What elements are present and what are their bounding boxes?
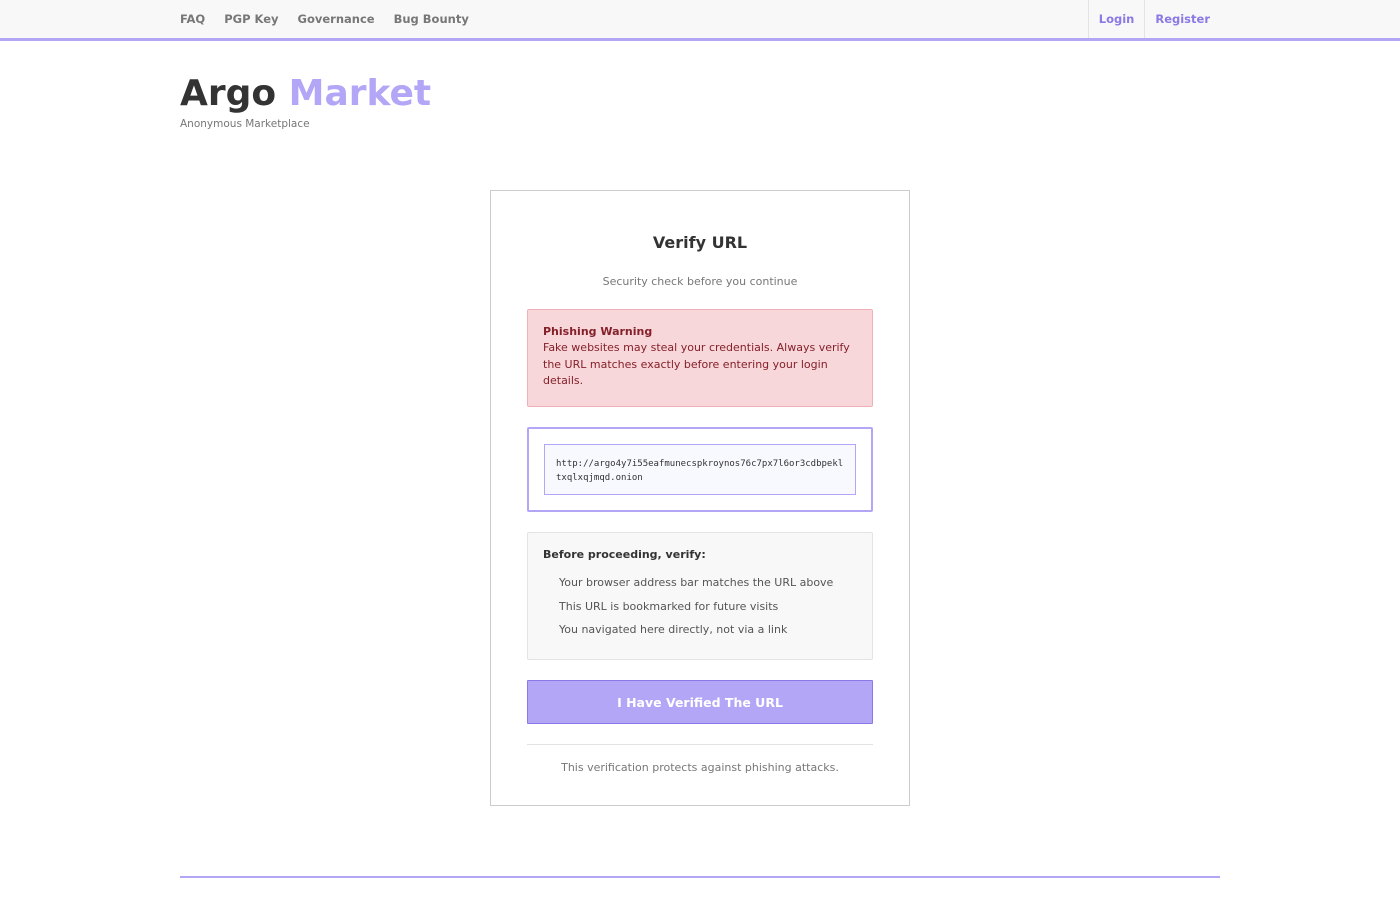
footer-divider: [180, 876, 1220, 878]
nav-link-pgp-key[interactable]: PGP Key: [224, 12, 278, 26]
phishing-warning-alert: Phishing Warning Fake websites may steal…: [527, 309, 873, 407]
url-display-box: http://argo4y7i55eafmunecspkroynos76c7px…: [527, 427, 873, 512]
card-divider: [527, 744, 873, 745]
brand-name-accent: Market: [288, 73, 432, 114]
verification-checklist: Before proceeding, verify: Your browser …: [527, 532, 873, 660]
warning-text: Fake websites may steal your credentials…: [543, 341, 850, 387]
checklist-item: This URL is bookmarked for future visits: [559, 599, 779, 613]
checklist-title: Before proceeding, verify:: [543, 548, 706, 561]
card-subtitle: Security check before you continue: [602, 275, 798, 288]
top-navbar: FAQ PGP Key Governance Bug Bounty Login …: [0, 0, 1400, 41]
checklist-item: You navigated here directly, not via a l…: [559, 623, 788, 636]
site-logo-title[interactable]: Argo Market: [180, 74, 431, 114]
nav-link-register[interactable]: Register: [1144, 0, 1220, 38]
navbar-container: FAQ PGP Key Governance Bug Bounty Login …: [180, 0, 1220, 38]
checklist-items: Your browser address bar matches the URL…: [543, 576, 857, 637]
onion-url-text[interactable]: http://argo4y7i55eafmunecspkroynos76c7px…: [544, 444, 856, 495]
checklist-item: Your browser address bar matches the URL…: [559, 576, 834, 589]
verified-url-button[interactable]: I Have Verified The URL: [527, 680, 873, 724]
nav-link-governance[interactable]: Governance: [298, 12, 375, 26]
card-title: Verify URL: [652, 233, 748, 252]
nav-right-links: Login Register: [1087, 0, 1220, 38]
nav-left-links: FAQ PGP Key Governance Bug Bounty: [180, 0, 488, 38]
brand-name-main: Argo: [180, 73, 277, 114]
nav-link-faq[interactable]: FAQ: [180, 12, 205, 26]
warning-title: Phishing Warning: [543, 325, 653, 338]
nav-link-bug-bounty[interactable]: Bug Bounty: [394, 12, 469, 26]
brand-tagline: Anonymous Marketplace: [180, 118, 310, 130]
verify-url-card: Verify URL Security check before you con…: [490, 190, 910, 806]
nav-link-login[interactable]: Login: [1087, 0, 1145, 38]
site-brand: Argo Market Anonymous Marketplace: [180, 74, 431, 131]
card-footer-note: This verification protects against phish…: [561, 761, 839, 774]
